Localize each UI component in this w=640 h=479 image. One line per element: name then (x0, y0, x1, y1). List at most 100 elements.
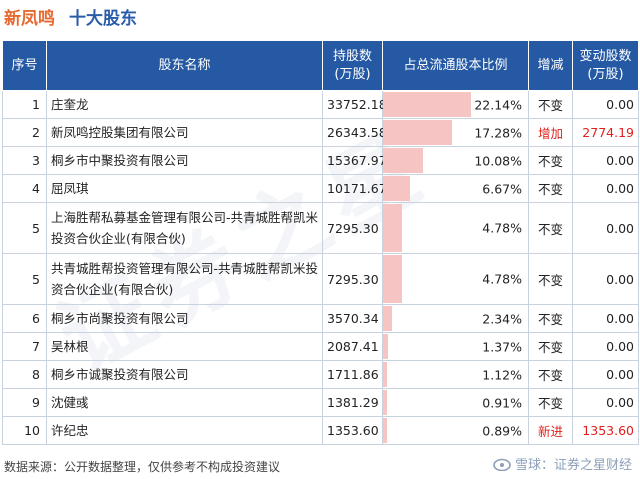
table-row: 1 庄奎龙 33752.18 22.14% 不变 0.00 (2, 90, 639, 119)
table-row: 3 桐乡市中聚投资有限公司 15367.97 10.08% 不变 0.00 (2, 146, 639, 175)
shareholder-name: 桐乡市中聚投资有限公司 (46, 146, 323, 175)
ratio-bar (383, 418, 387, 443)
change-status: 不变 (528, 360, 573, 389)
shareholder-name: 庄奎龙 (46, 90, 323, 119)
ratio-value: 6.67% (482, 181, 522, 196)
holding-value: 3570.34 (322, 304, 383, 333)
ratio-value: 0.91% (482, 395, 522, 410)
ratio-bar (383, 148, 424, 173)
column-header-change: 增减 (528, 40, 573, 91)
holding-value: 15367.97 (322, 146, 387, 175)
delta-value: 0.00 (572, 388, 639, 417)
ratio-value: 10.08% (474, 153, 522, 168)
ratio-value: 2.34% (482, 311, 522, 326)
shareholder-name: 共青城胜帮投资管理有限公司-共青城胜帮凯米投资合伙企业(有限合伙) (46, 253, 323, 305)
holding-value: 7295.30 (322, 253, 383, 305)
column-header-holding-line2: (万股) (334, 66, 371, 82)
row-seq: 5 (2, 253, 47, 305)
snowball-logo-icon (493, 458, 511, 471)
holding-value: 1353.60 (322, 416, 383, 445)
ratio-value: 4.78% (482, 271, 522, 287)
ratio-cell: 1.37% (382, 332, 529, 361)
ratio-cell: 2.34% (382, 304, 529, 333)
table-row: 2 新凤鸣控股集团有限公司 26343.58 17.28% 增加 2774.19 (2, 118, 639, 147)
brand-text: 雪球：证券之星财经 (514, 458, 632, 473)
delta-value: 0.00 (572, 146, 639, 175)
ratio-cell: 1.12% (382, 360, 529, 389)
row-seq: 6 (2, 304, 47, 333)
shareholder-name: 吴林根 (46, 332, 323, 361)
ratio-bar (383, 176, 410, 201)
table-row: 7 吴林根 2087.41 1.37% 不变 0.00 (2, 332, 639, 361)
shareholder-name: 沈健彧 (46, 388, 323, 417)
delta-value: 0.00 (572, 90, 639, 119)
ratio-cell: 4.78% (382, 253, 529, 305)
shareholder-name: 新凤鸣控股集团有限公司 (46, 118, 323, 147)
page-title: 十大股东 (69, 8, 137, 29)
shareholder-name: 许纪忠 (46, 416, 323, 445)
holding-value: 10171.67 (322, 174, 387, 203)
column-header-seq: 序号 (2, 40, 47, 91)
change-status: 不变 (528, 253, 573, 305)
row-seq: 5 (2, 202, 47, 254)
table-header-row: 序号 股东名称 持股数 (万股) 占总流通股本比例 增减 变动股数 (万股) (2, 40, 639, 91)
delta-value: 1353.60 (572, 416, 639, 445)
ratio-bar (383, 362, 388, 387)
row-seq: 10 (2, 416, 47, 445)
delta-value: 0.00 (572, 202, 639, 254)
column-header-delta-line1: 变动股数 (579, 48, 632, 64)
ratio-cell: 17.28% (382, 118, 529, 147)
ratio-cell: 0.89% (382, 416, 529, 445)
delta-value: 0.00 (572, 360, 639, 389)
table-row: 5 共青城胜帮投资管理有限公司-共青城胜帮凯米投资合伙企业(有限合伙) 7295.3… (2, 253, 639, 305)
ratio-bar (383, 390, 387, 415)
ratio-cell: 0.91% (382, 388, 529, 417)
ratio-value: 17.28% (474, 125, 522, 140)
shareholder-name: 桐乡市尚聚投资有限公司 (46, 304, 323, 333)
change-status: 不变 (528, 304, 573, 333)
shareholder-name: 桐乡市诚聚投资有限公司 (46, 360, 323, 389)
ratio-value: 1.37% (482, 339, 522, 354)
row-seq: 3 (2, 146, 47, 175)
column-header-holding-line1: 持股数 (332, 48, 372, 64)
column-header-ratio: 占总流通股本比例 (382, 40, 529, 91)
column-header-delta-line2: (万股) (587, 66, 624, 82)
change-status: 不变 (528, 388, 573, 417)
shareholder-name: 上海胜帮私募基金管理有限公司-共青城胜帮凯米投资合伙企业(有限合伙) (46, 202, 323, 254)
holding-value: 2087.41 (322, 332, 383, 361)
change-status: 不变 (528, 90, 573, 119)
data-source-note: 数据来源：公开数据整理，仅供参考不构成投资建议 (4, 460, 281, 474)
table-row: 4 屈凤琪 10171.67 6.67% 不变 0.00 (2, 174, 639, 203)
ratio-bar (383, 306, 393, 331)
column-header-name: 股东名称 (46, 40, 323, 91)
change-status: 不变 (528, 146, 573, 175)
delta-value: 0.00 (572, 332, 639, 361)
change-status: 不变 (528, 332, 573, 361)
table-row: 5 上海胜帮私募基金管理有限公司-共青城胜帮凯米投资合伙企业(有限合伙) 7295.… (2, 202, 639, 254)
delta-value: 0.00 (572, 253, 639, 305)
ratio-cell: 22.14% (382, 90, 529, 119)
row-seq: 8 (2, 360, 47, 389)
ratio-cell: 4.78% (382, 202, 529, 254)
table-row: 10 许纪忠 1353.60 0.89% 新进 1353.60 (2, 416, 639, 445)
row-seq: 9 (2, 388, 47, 417)
change-status: 不变 (528, 202, 573, 254)
ratio-bar (383, 204, 402, 252)
ratio-bar (383, 92, 471, 117)
column-header-delta: 变动股数 (万股) (572, 40, 639, 91)
column-header-holding: 持股数 (万股) (322, 40, 383, 91)
change-status: 新进 (528, 416, 573, 445)
company-name: 新凤鸣 (4, 8, 55, 29)
ratio-value: 1.12% (482, 367, 522, 382)
ratio-value: 0.89% (482, 423, 522, 438)
row-seq: 1 (2, 90, 47, 119)
holding-value: 1711.86 (322, 360, 383, 389)
table-row: 8 桐乡市诚聚投资有限公司 1711.86 1.12% 不变 0.00 (2, 360, 639, 389)
holding-value: 26343.58 (322, 118, 387, 147)
row-seq: 7 (2, 332, 47, 361)
ratio-cell: 10.08% (382, 146, 529, 175)
shareholders-table: 序号 股东名称 持股数 (万股) 占总流通股本比例 增减 变动股数 (万股) 1 庄奎… (2, 40, 639, 445)
ratio-cell: 6.67% (382, 174, 529, 203)
holding-value: 33752.18 (322, 90, 387, 119)
ratio-value: 4.78% (482, 220, 522, 236)
